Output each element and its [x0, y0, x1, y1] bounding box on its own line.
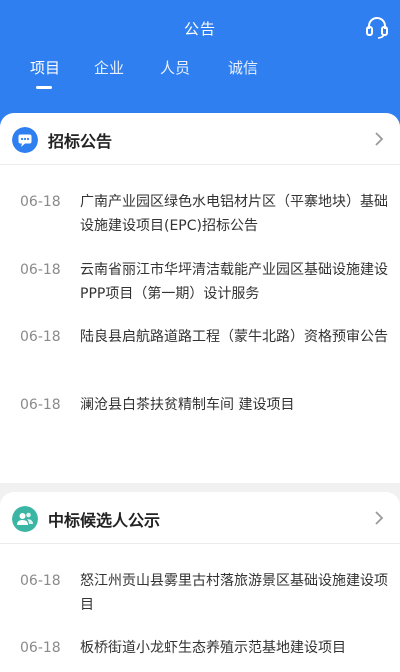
- winning-candidate-card: 中标候选人公示 06-18 怒江州贡山县雾里古村落旅游景区基础设施建设项目 06…: [0, 492, 400, 672]
- chevron-right-icon[interactable]: [372, 510, 386, 526]
- tab-credit[interactable]: 诚信: [228, 56, 258, 86]
- headset-icon[interactable]: [364, 14, 390, 40]
- item-date: 06-18: [20, 397, 61, 413]
- item-title: 广南产业园区绿色水电铝材片区（平寨地块）基础设施建设项目(EPC)招标公告: [80, 194, 388, 234]
- winning-candidate-header[interactable]: 中标候选人公示: [0, 492, 400, 544]
- active-tab-indicator: [36, 86, 52, 89]
- item-title: 怒江州贡山县雾里古村落旅游景区基础设施建设项目: [80, 573, 388, 613]
- item-title: 陆良县启航路道路工程（蒙牛北路）资格预审公告: [80, 329, 388, 345]
- chevron-right-icon[interactable]: [372, 131, 386, 147]
- item-date: 06-18: [20, 573, 61, 589]
- item-date: 06-18: [20, 194, 61, 210]
- tender-notice-header[interactable]: 招标公告: [0, 113, 400, 165]
- tender-notice-card: 招标公告 06-18 广南产业园区绿色水电铝材片区（平寨地块）基础设施建设项目(…: [0, 113, 400, 483]
- item-date: 06-18: [20, 329, 61, 345]
- category-tabs: 项目 企业 人员 诚信: [0, 56, 400, 96]
- item-title: 板桥街道小龙虾生态养殖示范基地建设项目: [80, 640, 346, 656]
- tab-companies[interactable]: 企业: [94, 56, 124, 86]
- item-date: 06-18: [20, 262, 61, 278]
- item-date: 06-18: [20, 640, 61, 656]
- chat-bubble-icon: [12, 127, 38, 153]
- page-title: 公告: [183, 20, 216, 38]
- tab-projects[interactable]: 项目: [30, 56, 60, 86]
- section-title: 中标候选人公示: [48, 511, 161, 530]
- item-title: 澜沧县白茶扶贫精制车间 建设项目: [80, 397, 295, 413]
- section-title: 招标公告: [48, 132, 113, 151]
- tab-personnel[interactable]: 人员: [160, 56, 190, 86]
- people-icon: [12, 506, 38, 532]
- item-title: 云南省丽江市华坪清洁载能产业园区基础设施建设PPP项目（第一期）设计服务: [80, 262, 388, 302]
